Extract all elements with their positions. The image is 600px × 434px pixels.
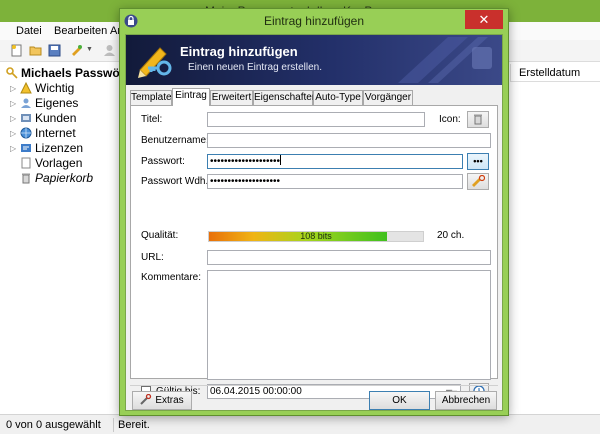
ok-button[interactable]: OK <box>369 391 430 410</box>
tree-item-eigenes[interactable]: ▷ Eigenes <box>10 96 78 110</box>
tab-history[interactable]: Vorgänger <box>363 90 413 105</box>
password-label: Passwort: <box>141 156 185 167</box>
title-label: Titel: <box>141 114 163 125</box>
status-state: Bereit. <box>118 419 150 431</box>
banner-decoration-icon <box>398 37 492 83</box>
tree-item-papierkorb[interactable]: Papierkorb <box>20 171 93 185</box>
tab-auto-type[interactable]: Auto-Type <box>313 90 363 105</box>
recycle-bin-icon <box>22 173 30 184</box>
tools-icon <box>140 393 152 405</box>
url-input[interactable] <box>207 250 491 265</box>
repeat-password-label: Passwort Wdh.: <box>141 176 212 187</box>
tree-item-label: Vorlagen <box>35 156 83 170</box>
quality-label: Qualität: <box>141 230 179 241</box>
close-button[interactable]: ✕ <box>465 10 503 29</box>
expand-arrow-icon[interactable]: ▷ <box>10 114 20 123</box>
tree-item-kunden[interactable]: ▷ Kunden <box>10 111 76 125</box>
open-folder-icon[interactable] <box>29 44 42 57</box>
cancel-button[interactable]: Abbrechen <box>435 391 497 410</box>
globe-icon <box>20 127 32 139</box>
warning-icon <box>20 82 32 94</box>
banner-subtitle: Einen neuen Eintrag erstellen. <box>188 62 322 73</box>
url-label: URL: <box>141 252 164 263</box>
expiry-date-value: 06.04.2015 00:00:00 <box>210 386 302 397</box>
key-pen-icon <box>138 47 172 78</box>
banner-title: Eintrag hinzufügen <box>180 44 298 59</box>
icon-picker-button[interactable] <box>467 111 489 128</box>
character-count: 20 ch. <box>437 230 465 241</box>
notes-textarea[interactable] <box>207 270 491 380</box>
license-icon <box>21 144 31 152</box>
tools-button-label: Extras <box>155 395 184 406</box>
icon-label: Icon: <box>439 114 461 125</box>
password-quality-bar: 108 bits <box>208 231 424 242</box>
tab-entry[interactable]: Eintrag <box>172 88 210 106</box>
quality-bits-text: 108 bits <box>300 231 332 241</box>
entry-tab-panel: Titel: Icon: Benutzername: Passwort: •••… <box>130 105 498 400</box>
tab-advanced[interactable]: Erweitert <box>210 90 253 105</box>
notes-label: Kommentare: <box>141 272 202 283</box>
status-divider <box>113 418 114 432</box>
tree-item-label: Internet <box>35 126 76 140</box>
tab-properties[interactable]: Eigenschaften <box>253 90 317 105</box>
customers-icon <box>21 114 31 122</box>
status-selection: 0 von 0 ausgewählt <box>6 419 101 431</box>
document-icon <box>21 157 31 169</box>
recycle-bin-icon <box>474 114 482 125</box>
new-database-icon[interactable] <box>10 44 23 57</box>
password-input[interactable]: •••••••••••••••••••• <box>207 154 463 169</box>
group-tree: Michaels Passwö ▷ Wichtig ▷ Eigenes ▷ Kunde… <box>0 62 120 414</box>
username-label: Benutzername: <box>141 135 209 146</box>
add-entry-toolbar-icon[interactable] <box>70 44 83 57</box>
tree-item-label: Papierkorb <box>35 171 94 185</box>
column-header-created[interactable]: Erstelldatum <box>510 64 600 82</box>
password-value: •••••••••••••••••••• <box>210 156 281 167</box>
tree-item-label: Wichtig <box>35 81 75 95</box>
show-password-button[interactable]: ••• <box>467 153 489 170</box>
chevron-down-icon[interactable]: ▼ <box>86 46 93 53</box>
dialog-client-area: Eintrag hinzufügen Einen neuen Eintrag e… <box>125 34 503 411</box>
menu-edit[interactable]: Bearbeiten <box>54 25 107 37</box>
tab-template[interactable]: Template <box>130 90 172 105</box>
tree-item-label: Lizenzen <box>35 141 84 155</box>
tree-item-wichtig[interactable]: ▷ Wichtig <box>10 81 74 95</box>
text-cursor <box>280 155 282 165</box>
tree-root[interactable]: Michaels Passwö <box>6 66 120 80</box>
tab-strip: Template Eintrag Erweitert Eigenschaften… <box>130 88 500 106</box>
expand-arrow-icon[interactable]: ▷ <box>10 84 20 93</box>
expand-arrow-icon[interactable]: ▷ <box>10 99 20 108</box>
main-status-bar: 0 von 0 ausgewählt Bereit. <box>0 414 600 434</box>
key-wand-icon <box>472 174 486 187</box>
title-input[interactable] <box>207 112 425 127</box>
username-input[interactable] <box>207 133 491 148</box>
menu-file[interactable]: Datei <box>16 25 42 37</box>
user-icon[interactable] <box>103 44 116 57</box>
user-group-icon <box>21 98 31 108</box>
tree-root-label: Michaels Passwö <box>21 66 120 80</box>
password-generator-button[interactable] <box>467 173 489 190</box>
tree-item-lizenzen[interactable]: ▷ Lizenzen <box>10 141 83 155</box>
dialog-title-bar[interactable]: Eintrag hinzufügen ✕ <box>120 9 508 33</box>
tree-item-vorlagen[interactable]: Vorlagen <box>20 156 82 170</box>
add-entry-dialog: Eintrag hinzufügen ✕ Eintrag hinzufügen … <box>119 8 509 416</box>
save-icon[interactable] <box>48 44 61 57</box>
tools-button[interactable]: Extras <box>132 391 192 410</box>
dialog-title: Eintrag hinzufügen <box>263 14 365 28</box>
tree-item-internet[interactable]: ▷ Internet <box>10 126 76 140</box>
tree-item-label: Eigenes <box>35 96 79 110</box>
expand-arrow-icon[interactable]: ▷ <box>10 129 20 138</box>
expand-arrow-icon[interactable]: ▷ <box>10 144 20 153</box>
repeat-password-input[interactable]: •••••••••••••••••••• <box>207 174 463 189</box>
button-separator <box>130 385 498 386</box>
tree-item-label: Kunden <box>35 111 77 125</box>
key-ring-icon <box>6 67 18 79</box>
dialog-banner: Eintrag hinzufügen Einen neuen Eintrag e… <box>126 35 502 85</box>
